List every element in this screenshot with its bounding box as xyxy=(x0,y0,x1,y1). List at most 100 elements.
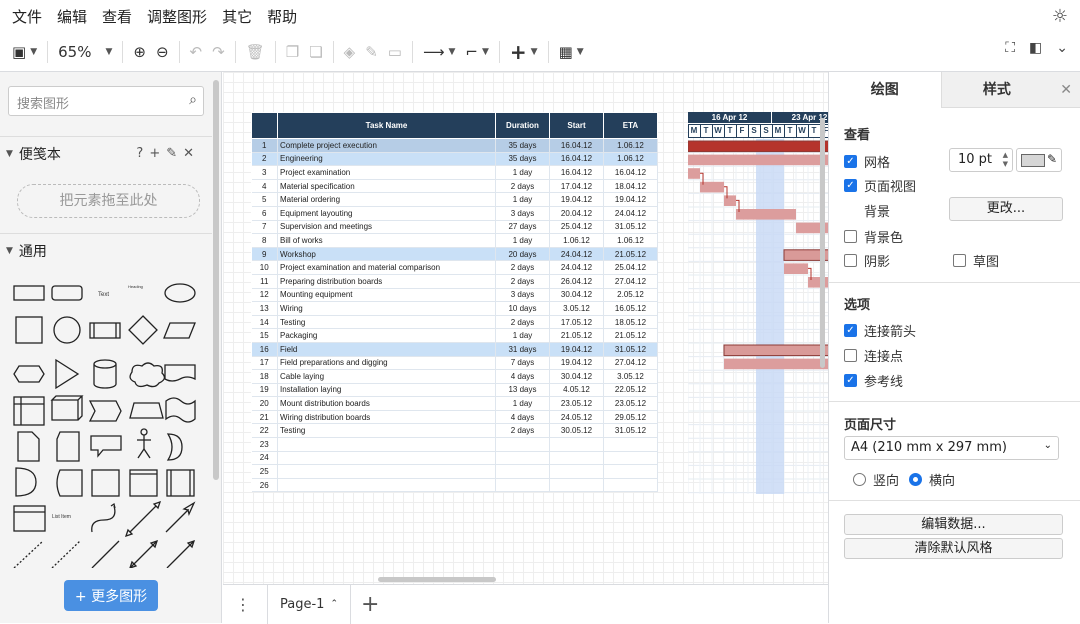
fullscreen-icon[interactable]: ⛶ xyxy=(1005,40,1015,56)
table-row[interactable]: 2 Engineering 35 days 16.04.12 1.06.12 xyxy=(251,152,658,167)
menu-edit[interactable]: 编辑 xyxy=(57,6,87,27)
tab-diagram[interactable]: 绘图 xyxy=(829,72,941,108)
table-row[interactable]: 8 Bill of works 1 day 1.06.12 1.06.12 xyxy=(251,233,658,248)
insert-plus-icon[interactable]: + ▼ xyxy=(510,39,538,65)
table-row[interactable]: 26 xyxy=(251,478,658,493)
table-row[interactable]: 10 Project examination and material compa… xyxy=(251,260,658,275)
fill-color-icon[interactable]: ◈ xyxy=(344,39,356,65)
search-shapes-input[interactable]: 搜索图形 ⌕ xyxy=(8,86,204,116)
table-row[interactable]: 14 Testing 2 days 17.05.12 18.05.12 xyxy=(251,315,658,330)
page-tab[interactable]: Page-1 ⌃ xyxy=(267,584,351,624)
table-row[interactable]: 5 Material ordering 1 day 19.04.12 19.04.12 xyxy=(251,192,658,207)
table-row[interactable]: 4 Material specification 2 days 17.04.12 18.… xyxy=(251,179,658,194)
clear-default-style-button[interactable]: 清除默认风格 xyxy=(844,538,1063,559)
menu-arrange[interactable]: 调整图形 xyxy=(147,6,207,27)
delete-icon[interactable]: 🗑 xyxy=(246,39,265,65)
gantt-chart[interactable]: Task Name Duration Start ETA 1 Complete proj… xyxy=(251,112,848,494)
table-row[interactable]: 3 Project examination 1 day 16.04.12 16.04.1… xyxy=(251,165,658,180)
background-color-checkbox[interactable]: 背景色 xyxy=(844,227,903,246)
table-row[interactable]: 1 Complete project execution 35 days 16.04.… xyxy=(251,138,658,153)
connection-arrow-icon[interactable]: ⟶ ▼ xyxy=(423,39,455,65)
page-size-select[interactable]: A4 (210 mm x 297 mm) ⌄ xyxy=(844,436,1059,460)
gantt-bar[interactable] xyxy=(723,344,845,357)
menu-help[interactable]: 帮助 xyxy=(267,6,297,27)
sketch-checkbox[interactable]: 草图 xyxy=(953,251,999,270)
grid-color-button[interactable]: ✎ xyxy=(1016,148,1062,172)
gantt-bar[interactable] xyxy=(724,358,844,370)
format-panel-icon[interactable]: ◧ xyxy=(1029,40,1042,56)
table-row[interactable]: 18 Cable laying 4 days 30.04.12 3.05.12 xyxy=(251,369,658,384)
canvas-horizontal-scrollbar[interactable] xyxy=(378,577,496,582)
table-row[interactable]: 7 Supervision and meetings 27 days 25.04.12… xyxy=(251,220,658,235)
shadow-icon[interactable]: ▭ xyxy=(388,39,402,65)
add-page-icon[interactable]: + xyxy=(361,592,379,617)
table-row[interactable]: 24 xyxy=(251,451,658,466)
table-row[interactable]: 9 Workshop 20 days 24.04.12 21.05.12 xyxy=(251,247,658,262)
column-header[interactable]: Start xyxy=(549,112,604,139)
zoom-dropdown[interactable]: 65% ▼ xyxy=(58,39,112,65)
scratchpad-header[interactable]: ▼ 便笺本 ?+✎✕ xyxy=(0,136,212,170)
theme-sun-icon[interactable]: ☼ xyxy=(1052,6,1068,27)
canvas-vertical-scrollbar[interactable] xyxy=(820,118,825,368)
more-shapes-button[interactable]: + 更多图形 xyxy=(64,580,158,611)
search-icon[interactable]: ⌕ xyxy=(189,92,197,108)
shape-palette[interactable]: Text Heading List Item xyxy=(8,278,208,568)
shadow-checkbox[interactable]: 阴影 xyxy=(844,251,890,270)
edit-data-button[interactable]: 编辑数据... xyxy=(844,514,1063,535)
guides-checkbox[interactable]: ✓ 参考线 xyxy=(844,371,903,390)
table-icon[interactable]: ▦ ▼ xyxy=(559,39,584,65)
menu-view[interactable]: 查看 xyxy=(102,6,132,27)
diagram-canvas[interactable]: Task Name Duration Start ETA 1 Complete proj… xyxy=(223,72,848,584)
page-view-checkbox[interactable]: ✓ 页面视图 xyxy=(844,176,916,195)
sidebar-scrollbar[interactable] xyxy=(213,80,219,480)
zoom-in-icon[interactable]: ⊕ xyxy=(133,39,146,65)
undo-icon[interactable]: ↶ xyxy=(190,39,203,65)
layout-panel-button[interactable]: ▣ ▼ xyxy=(12,39,37,65)
connection-arrows-checkbox[interactable]: ✓ 连接箭头 xyxy=(844,321,916,340)
table-row[interactable]: 13 Wiring 10 days 3.05.12 16.05.12 xyxy=(251,301,658,316)
table-row[interactable]: 17 Field preparations and digging 7 days 19… xyxy=(251,356,658,371)
tab-style[interactable]: 样式 xyxy=(940,72,1053,108)
column-header[interactable]: Duration xyxy=(495,112,550,139)
grid-size-input[interactable]: 10 pt ▲ ▼ xyxy=(949,148,1013,172)
table-row[interactable]: 20 Mount distribution boards 1 day 23.05.12… xyxy=(251,396,658,411)
gantt-bar[interactable] xyxy=(724,195,736,206)
landscape-radio[interactable]: 横向 xyxy=(909,470,955,489)
gantt-task-table[interactable]: Task Name Duration Start ETA 1 Complete proj… xyxy=(251,112,658,493)
menu-file[interactable]: 文件 xyxy=(12,6,42,27)
collapse-icon[interactable]: ⌄ xyxy=(1056,40,1068,56)
table-row[interactable]: 12 Mounting equipment 3 days 30.04.12 2.05.1… xyxy=(251,288,658,303)
column-header[interactable]: ETA xyxy=(603,112,658,139)
column-header[interactable]: Task Name xyxy=(277,112,496,139)
zoom-out-icon[interactable]: ⊖ xyxy=(156,39,169,65)
general-shapes-header[interactable]: ▼ 通用 xyxy=(0,233,212,267)
gantt-bar[interactable] xyxy=(736,209,796,220)
waypoints-icon[interactable]: ⌐ ▼ xyxy=(465,39,489,65)
scratchpad-actions[interactable]: ?+✎✕ xyxy=(136,146,200,161)
change-background-button[interactable]: 更改... xyxy=(949,197,1063,221)
redo-icon[interactable]: ↷ xyxy=(212,39,225,65)
line-color-icon[interactable]: ✎ xyxy=(365,39,378,65)
connection-points-checkbox[interactable]: 连接点 xyxy=(844,346,903,365)
gantt-bar[interactable] xyxy=(784,263,808,274)
to-back-icon[interactable]: ❏ xyxy=(309,39,322,65)
table-row[interactable]: 19 Installation laying 13 days 4.05.12 22.05… xyxy=(251,383,658,398)
table-row[interactable]: 15 Packaging 1 day 21.05.12 21.05.12 xyxy=(251,328,658,343)
gantt-bar[interactable] xyxy=(700,181,724,193)
table-row[interactable]: 22 Testing 2 days 30.05.12 31.05.12 xyxy=(251,423,658,439)
close-icon[interactable]: ✕ xyxy=(1052,72,1080,108)
page-menu-icon[interactable]: ⋮ xyxy=(235,595,251,614)
portrait-radio[interactable]: 竖向 xyxy=(853,470,899,489)
gantt-bar[interactable] xyxy=(688,168,700,179)
table-row[interactable]: 25 xyxy=(251,464,658,479)
table-row[interactable]: 11 Preparing distribution boards 2 days 26.… xyxy=(251,274,658,289)
stepper-icon[interactable]: ▲ ▼ xyxy=(1003,151,1008,169)
to-front-icon[interactable]: ❐ xyxy=(286,39,299,65)
menu-extras[interactable]: 其它 xyxy=(222,6,252,27)
table-row[interactable]: 6 Equipment layouting 3 days 20.04.12 24.04.… xyxy=(251,206,658,221)
scratchpad-drop-zone[interactable]: 把元素拖至此处 xyxy=(17,184,200,218)
grid-checkbox[interactable]: ✓ 网格 xyxy=(844,152,890,171)
table-row[interactable]: 16 Field 31 days 19.04.12 31.05.12 xyxy=(251,342,658,357)
table-row[interactable]: 23 xyxy=(251,437,658,452)
table-row[interactable]: 21 Wiring distribution boards 4 days 24.05.… xyxy=(251,410,658,425)
